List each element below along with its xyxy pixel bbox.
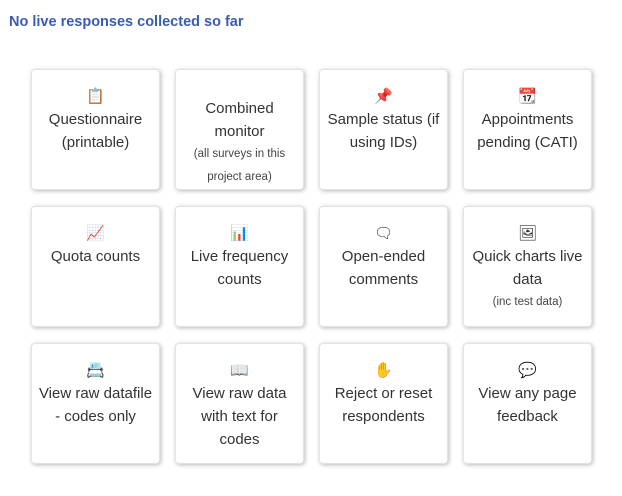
tile-label: Open-ended comments <box>341 248 426 288</box>
tile-label: Quota counts <box>50 248 141 265</box>
speech-bubble-icon: 💬 <box>518 361 537 379</box>
tile-label: View raw datafile - codes only <box>38 385 153 425</box>
tile-raw-datafile-codes[interactable]: 📇 View raw datafile - codes only <box>31 343 160 464</box>
tile-label: Live frequency counts <box>190 248 289 288</box>
tile-open-ended-comments[interactable]: 🗨 Open-ended comments <box>319 206 448 327</box>
tile-sublabel: (all surveys in this project area) <box>193 148 286 183</box>
tile-label: View any page feedback <box>478 385 577 425</box>
tile-reject-reset-respondents[interactable]: ✋ Reject or reset respondents <box>319 343 448 464</box>
pushpin-icon: 📌 <box>374 87 393 105</box>
line-chart-icon: 📈 <box>86 224 105 242</box>
thought-bubble-icon: 🗨 <box>373 224 394 242</box>
tile-combined-monitor[interactable]: Combined monitor (all surveys in this pr… <box>175 69 304 190</box>
clipboard-icon: 📋 <box>86 87 105 105</box>
tools-grid: 📋 Questionnaire (printable) Combined mon… <box>31 69 592 464</box>
picture-icon: 🖼 <box>517 224 538 242</box>
tile-sample-status[interactable]: 📌 Sample status (if using IDs) <box>319 69 448 190</box>
no-responses-notice: No live responses collected so far <box>9 14 244 30</box>
tile-label: Sample status (if using IDs) <box>327 111 440 151</box>
calendar-icon: 📆 <box>518 87 537 105</box>
tile-raw-data-with-text[interactable]: 📖 View raw data with text for codes <box>175 343 304 464</box>
tile-quota-counts[interactable]: 📈 Quota counts <box>31 206 160 327</box>
tile-label: View raw data with text for codes <box>192 385 287 448</box>
tile-label: Questionnaire (printable) <box>48 111 143 151</box>
raised-hand-icon: ✋ <box>374 361 393 379</box>
tile-questionnaire[interactable]: 📋 Questionnaire (printable) <box>31 69 160 190</box>
tile-live-frequency-counts[interactable]: 📊 Live frequency counts <box>175 206 304 327</box>
tile-page-feedback[interactable]: 💬 View any page feedback <box>463 343 592 464</box>
tile-quick-charts[interactable]: 🖼 Quick charts live data (inc test data) <box>463 206 592 327</box>
tile-appointments-pending[interactable]: 📆 Appointments pending (CATI) <box>463 69 592 190</box>
bar-chart-icon: 📊 <box>230 224 249 242</box>
card-index-icon: 📇 <box>86 361 105 379</box>
tile-sublabel: (inc test data) <box>492 296 563 308</box>
tile-label: Combined monitor <box>205 100 274 140</box>
open-book-icon: 📖 <box>230 361 249 379</box>
tile-label: Appointments pending (CATI) <box>477 111 578 151</box>
tile-label: Reject or reset respondents <box>334 385 433 425</box>
tile-label: Quick charts live data <box>472 248 583 288</box>
